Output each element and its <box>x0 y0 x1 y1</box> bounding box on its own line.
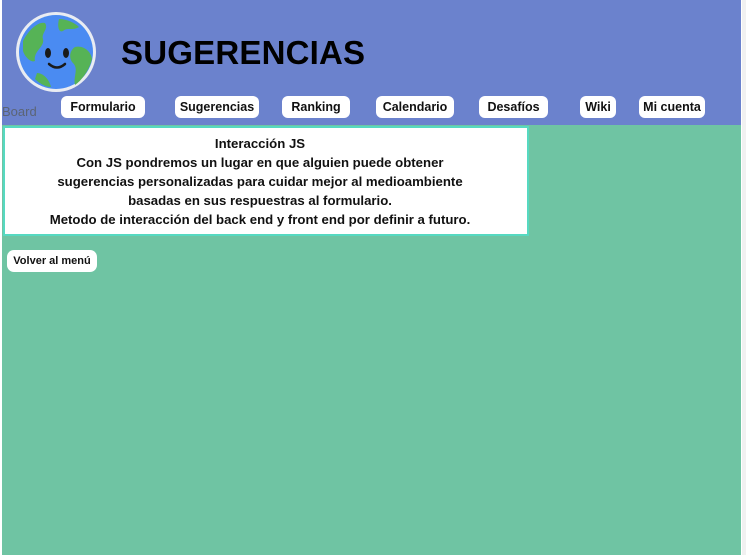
nav-button-wiki[interactable]: Wiki <box>580 96 616 118</box>
scrollbar[interactable] <box>742 0 746 555</box>
nav-button-sugerencias[interactable]: Sugerencias <box>175 96 259 118</box>
nav-button-desafios[interactable]: Desafíos <box>479 96 548 118</box>
board-label: Board <box>2 104 37 119</box>
nav-button-formulario[interactable]: Formulario <box>61 96 145 118</box>
info-heading: Interacción JS <box>214 136 306 151</box>
nav-button-calendario[interactable]: Calendario <box>376 96 454 118</box>
header-bar: SUGERENCIAS Board Formulario Sugerencias… <box>2 0 741 125</box>
nav-button-ranking[interactable]: Ranking <box>282 96 350 118</box>
back-to-menu-button[interactable]: Volver al menú <box>7 250 97 272</box>
info-panel: Interacción JS Con JS pondremos un lugar… <box>3 126 529 236</box>
earth-icon <box>16 12 96 92</box>
page-background: SUGERENCIAS Board Formulario Sugerencias… <box>2 0 741 555</box>
info-line-3: basadas en sus respuestras al formulario… <box>128 193 392 208</box>
page-title: SUGERENCIAS <box>121 34 366 71</box>
info-line-4: Metodo de interacción del back end y fro… <box>49 212 471 227</box>
info-line-2: sugerencias personalizadas para cuidar m… <box>57 174 463 189</box>
info-line-1: Con JS pondremos un lugar en que alguien… <box>76 155 444 170</box>
nav-button-mi-cuenta[interactable]: Mi cuenta <box>639 96 705 118</box>
